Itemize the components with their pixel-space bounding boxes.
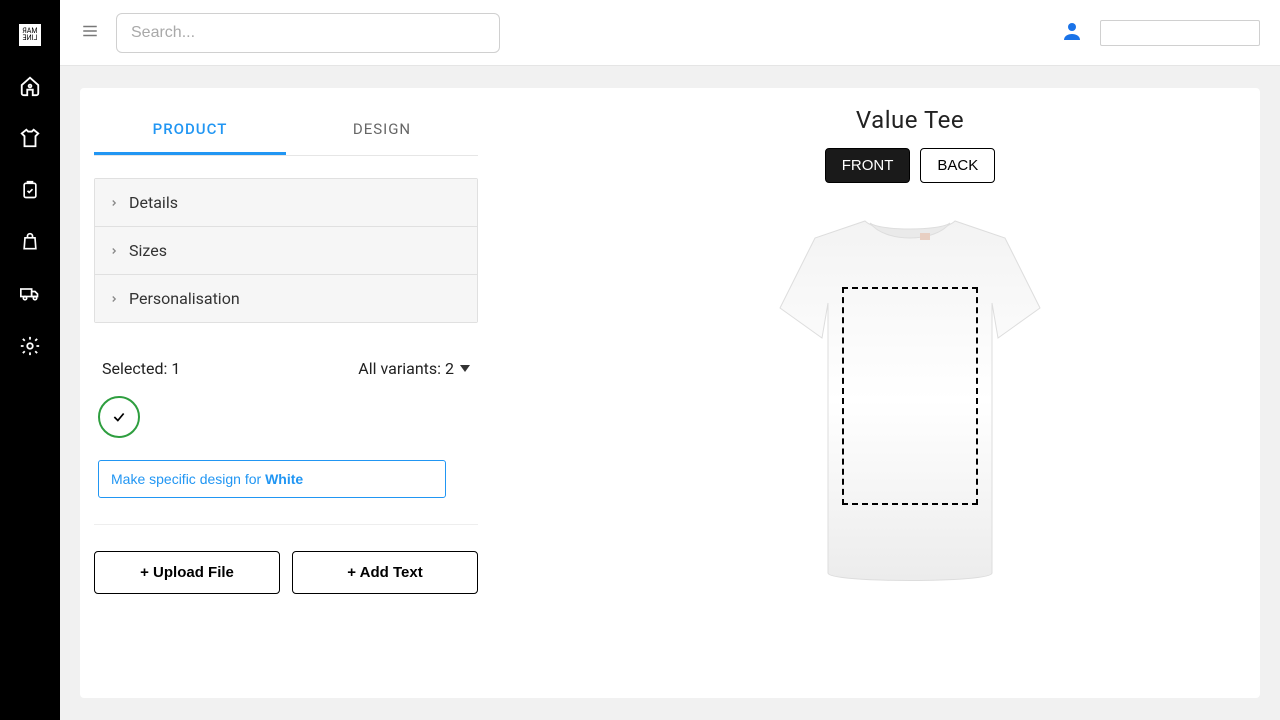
shirt-icon[interactable]	[18, 126, 42, 150]
specific-design-prefix: Make specific design for	[111, 471, 265, 487]
gear-icon[interactable]	[18, 334, 42, 358]
caret-down-icon	[460, 365, 470, 373]
topbar	[60, 0, 1280, 66]
truck-icon[interactable]	[18, 282, 42, 306]
accordion-personalisation[interactable]: Personalisation	[95, 275, 477, 322]
variant-section: Selected: 1 All variants: 2	[94, 359, 478, 498]
specific-design-color: White	[265, 471, 303, 487]
product-mockup[interactable]	[770, 213, 1050, 593]
accordion-sizes[interactable]: Sizes	[95, 227, 477, 275]
chevron-right-icon	[109, 244, 119, 258]
accordion-label: Sizes	[129, 241, 167, 260]
tab-product[interactable]: PRODUCT	[94, 106, 286, 155]
bag-icon[interactable]	[18, 230, 42, 254]
tab-design[interactable]: DESIGN	[286, 106, 478, 155]
view-toggle: FRONT BACK	[825, 148, 996, 183]
product-title: Value Tee	[856, 106, 964, 134]
chevron-right-icon	[109, 196, 119, 210]
view-front-button[interactable]: FRONT	[825, 148, 911, 183]
accordion-label: Details	[129, 193, 178, 212]
product-accordion: Details Sizes Personalisation	[94, 178, 478, 323]
side-nav: MARLINE	[0, 0, 60, 720]
variants-dropdown[interactable]: All variants: 2	[358, 359, 470, 378]
search-input[interactable]	[116, 13, 500, 53]
home-icon[interactable]	[18, 74, 42, 98]
add-text-button[interactable]: + Add Text	[292, 551, 478, 594]
clipboard-icon[interactable]	[18, 178, 42, 202]
upload-file-button[interactable]: + Upload File	[94, 551, 280, 594]
divider	[94, 524, 478, 525]
menu-icon[interactable]	[80, 22, 100, 44]
editor-tabs: PRODUCT DESIGN	[94, 106, 478, 156]
chevron-right-icon	[109, 292, 119, 306]
check-icon	[111, 410, 127, 424]
header-field[interactable]	[1100, 20, 1260, 46]
print-area[interactable]	[842, 287, 978, 505]
brand-logo: MARLINE	[19, 24, 41, 46]
selected-count: Selected: 1	[102, 359, 180, 378]
accordion-label: Personalisation	[129, 289, 240, 308]
view-back-button[interactable]: BACK	[920, 148, 995, 183]
color-swatch-white[interactable]	[98, 396, 140, 438]
variants-dropdown-label: All variants: 2	[358, 359, 454, 378]
user-icon[interactable]	[1060, 19, 1084, 47]
accordion-details[interactable]: Details	[95, 179, 477, 227]
make-specific-design-button[interactable]: Make specific design for White	[98, 460, 446, 498]
